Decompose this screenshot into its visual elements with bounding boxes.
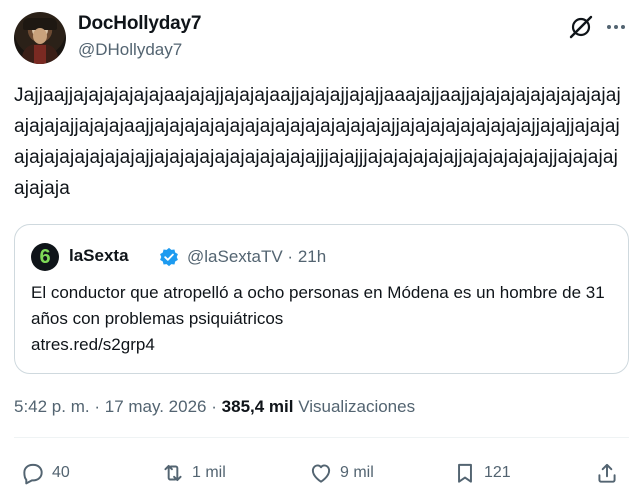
verified-icon [160, 247, 178, 267]
separator-dot: · [94, 397, 101, 416]
reply-icon [23, 463, 43, 485]
share-button[interactable] [594, 457, 620, 489]
bookmark-button[interactable]: 121 [452, 457, 511, 489]
quoted-text: El conductor que atropelló a ocho person… [31, 280, 616, 358]
bookmark-icon [458, 463, 472, 483]
retweet-icon [164, 464, 182, 482]
like-count: 9 mil [340, 464, 374, 481]
like-button[interactable]: 9 mil [308, 457, 374, 489]
bookmark-count: 121 [484, 464, 511, 481]
quoted-handle: @laSextaTV [187, 247, 283, 266]
separator-dot: · [287, 247, 294, 266]
reply-count: 40 [52, 464, 70, 481]
heart-icon [311, 464, 331, 483]
author-avatar[interactable] [14, 12, 66, 64]
timestamp-row: 5:42 p. m. · 17 may. 2026 · 385,4 mil Vi… [14, 397, 415, 417]
quoted-meta: @laSextaTV · 21h [187, 247, 326, 267]
more-icon[interactable] [604, 16, 628, 38]
tweet-time[interactable]: 5:42 p. m. [14, 397, 90, 416]
retweet-count: 1 mil [192, 464, 226, 481]
quoted-tweet-card[interactable]: 6 laSexta @laSextaTV · 21h El conductor … [14, 224, 629, 374]
share-icon [598, 463, 616, 483]
views-count[interactable]: 385,4 mil [222, 397, 294, 416]
quoted-time: 21h [297, 247, 327, 266]
tweet-text: Jajjaajjajajajajajajaajajajjajajajaajjaj… [14, 85, 621, 199]
quoted-display-name: laSexta [69, 246, 129, 265]
tweet-date[interactable]: 17 may. 2026 [105, 397, 207, 416]
grok-icon[interactable] [568, 14, 594, 40]
retweet-button[interactable]: 1 mil [160, 457, 226, 489]
quoted-body: El conductor que atropelló a ocho person… [31, 283, 605, 328]
quoted-avatar: 6 [31, 243, 59, 271]
logo-glyph: 6 [39, 246, 51, 268]
divider [14, 437, 629, 438]
quoted-link[interactable]: atres.red/s2grp4 [31, 335, 155, 354]
separator-dot: · [211, 397, 217, 416]
author-display-name[interactable]: DocHollyday7 [78, 13, 201, 35]
views-label: Visualizaciones [298, 397, 416, 416]
author-handle[interactable]: @DHollyday7 [78, 40, 182, 60]
reply-button[interactable]: 40 [20, 457, 70, 489]
